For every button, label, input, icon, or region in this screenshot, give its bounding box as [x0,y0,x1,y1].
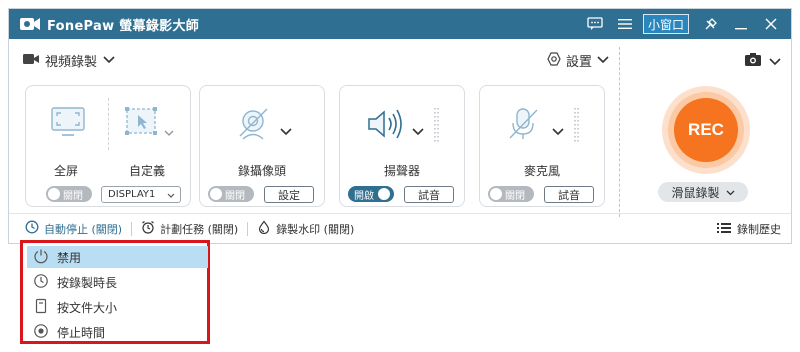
display-select[interactable]: DISPLAY1 [101,186,181,203]
camera-icon [745,51,761,70]
fullscreen-label: 全屏 [53,164,78,178]
history-label: 錄制歷史 [737,223,781,236]
dropdown-item-label: 禁用 [57,250,82,265]
title-bar: FonePaw 螢幕錄影大師 小窗口 [9,9,791,39]
chevron-down-icon [167,191,175,202]
auto-stop-label: 自動停止 (關閉) [44,222,123,236]
bottom-toolbar: 自動停止 (關閉) 計劃任務 (關閉) 錄製水印 (關閉) 錄制歷史 [9,213,791,243]
rec-button-halo: REC [662,86,750,174]
card-divider [108,98,109,150]
custom-region-icon[interactable] [124,106,160,142]
toggle-label: 開啟 [354,190,374,202]
clock-icon [33,273,49,292]
watermark-button[interactable]: 錄製水印 (關閉) [257,220,354,237]
app-logo-icon [19,16,41,32]
microphone-off-icon[interactable] [506,106,542,146]
panel-divider [619,47,620,217]
toggle-knob [48,188,60,200]
chevron-down-icon [726,185,735,199]
microphone-toggle[interactable]: 關閉 [488,186,534,202]
toggle-label: 關閉 [63,190,83,202]
speaker-volume-meter [434,108,440,146]
schedule-label: 計劃任務 (關閉) [160,222,239,236]
app-title: FonePaw 螢幕錄影大師 [47,18,200,34]
list-icon [717,222,731,237]
chevron-down-icon [769,51,781,70]
app-window: FonePaw 螢幕錄影大師 小窗口 視頻錄製 設置 全屏 自定義 關閉 DIS… [8,8,792,244]
speaker-label: 揚聲器 [383,164,420,178]
menu-icon[interactable] [613,13,637,35]
toggle-knob [490,188,502,200]
separator [247,221,249,236]
minimize-icon[interactable] [729,13,753,35]
watermark-label: 錄製水印 (關閉) [276,222,355,236]
speaker-test-button[interactable]: 試音 [404,186,454,203]
mic-volume-meter [574,108,580,146]
mini-window-button[interactable]: 小窗口 [642,14,689,34]
dropdown-item-stop-time[interactable]: 停止時間 [27,321,208,343]
fullscreen-icon[interactable] [50,106,86,142]
speaker-icon[interactable] [366,108,406,144]
clock-icon [25,220,39,237]
custom-label: 自定義 [128,164,165,178]
chevron-down-icon[interactable] [280,121,292,140]
gear-icon [547,51,561,70]
webcam-off-icon[interactable] [236,106,272,146]
video-camera-icon [23,53,39,69]
chevron-down-icon[interactable] [164,122,174,141]
recorder-panel: 視頻錄製 設置 全屏 自定義 關閉 DISPLAY1 錄攝像頭 關閉 設定 揚聲… [9,39,791,217]
speaker-card: 揚聲器 開啟 試音 [339,85,465,207]
chevron-down-icon[interactable] [552,121,564,140]
settings-menu[interactable]: 設置 [547,51,609,70]
settings-label: 設置 [566,55,593,70]
rec-button-ring: REC [668,92,744,168]
speaker-toggle[interactable]: 開啟 [348,186,394,202]
separator [131,221,133,236]
webcam-label: 錄攝像頭 [237,164,286,178]
mouse-record-button[interactable]: 滑鼠錄製 [658,182,748,202]
dropdown-item-label: 按文件大小 [57,300,118,315]
toggle-label: 關閉 [505,190,525,202]
webcam-settings-button[interactable]: 設定 [264,186,314,203]
auto-stop-button[interactable]: 自動停止 (關閉) [25,220,122,237]
recording-history-button[interactable]: 錄制歷史 [717,221,781,237]
dropdown-item-label: 停止時間 [57,325,106,340]
alarm-clock-icon [141,220,155,237]
mouse-record-label: 滑鼠錄製 [671,185,720,200]
screen-card: 全屏 自定義 關閉 DISPLAY1 [25,85,191,207]
chevron-down-icon [103,53,115,68]
webcam-card: 錄攝像頭 關閉 設定 [199,85,325,207]
webcam-toggle[interactable]: 關閉 [208,186,254,202]
auto-stop-dropdown: 禁用 按錄製時長 按文件大小 停止時間 [20,240,210,344]
file-icon [33,298,49,317]
close-icon[interactable] [759,13,783,35]
dropdown-item-disable[interactable]: 禁用 [27,246,208,268]
microphone-card: 麥克風 關閉 試音 [479,85,605,207]
toggle-knob [378,188,390,200]
chevron-down-icon [597,53,609,68]
feedback-icon[interactable] [583,13,607,35]
droplet-icon [257,220,271,237]
pin-icon[interactable] [699,13,723,35]
mode-label: 視頻錄製 [45,55,98,70]
screen-toggle[interactable]: 關閉 [46,186,92,202]
microphone-test-button[interactable]: 試音 [544,186,594,203]
mode-selector[interactable]: 視頻錄製 [23,51,115,70]
toggle-knob [210,188,222,200]
power-icon [33,248,49,267]
rec-button[interactable]: REC [674,98,738,162]
dropdown-item-by-file-size[interactable]: 按文件大小 [27,296,208,318]
snapshot-menu[interactable] [745,51,781,70]
stop-circle-icon [33,323,49,342]
dropdown-item-by-duration[interactable]: 按錄製時長 [27,271,208,293]
schedule-button[interactable]: 計劃任務 (關閉) [141,220,238,237]
microphone-label: 麥克風 [523,164,560,178]
toggle-label: 關閉 [225,190,245,202]
display-select-value: DISPLAY1 [108,189,156,200]
chevron-down-icon[interactable] [412,121,424,140]
dropdown-item-label: 按錄製時長 [57,275,118,290]
